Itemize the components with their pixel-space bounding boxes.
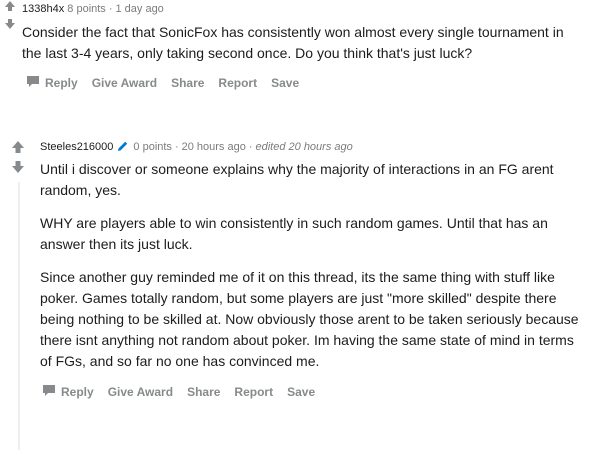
comment-points: 8 points xyxy=(67,3,106,15)
upvote-arrow-icon[interactable] xyxy=(0,0,20,12)
downvote-arrow-icon[interactable] xyxy=(0,18,20,32)
comment-actions: Reply Give Award Share Report Save xyxy=(42,380,579,404)
comment-actions: Reply Give Award Share Report Save xyxy=(26,71,579,95)
report-button[interactable]: Report xyxy=(234,385,273,399)
comment-author[interactable]: 1338h4x xyxy=(22,3,64,15)
pencil-icon xyxy=(117,140,129,157)
comment-paragraph: Consider the fact that SonicFox has cons… xyxy=(22,24,564,61)
comment-meta: 1338h4x 8 points · 1 day ago xyxy=(22,3,164,15)
share-button[interactable]: Share xyxy=(187,385,220,399)
comment-paragraph: WHY are players able to win consistently… xyxy=(40,215,548,252)
comment-paragraph: Until i discover or someone explains why… xyxy=(40,161,554,198)
thread-line[interactable] xyxy=(18,182,20,450)
vote-column xyxy=(8,140,28,178)
speech-bubble-icon xyxy=(26,75,40,91)
comment-points: 0 points xyxy=(133,141,172,153)
upvote-arrow-icon[interactable] xyxy=(8,140,28,158)
reply-button[interactable]: Reply xyxy=(26,75,78,91)
give-award-button[interactable]: Give Award xyxy=(108,385,173,399)
comment-age: 1 day ago xyxy=(115,3,164,15)
reply-button[interactable]: Reply xyxy=(42,384,94,400)
comment-edited: edited 20 hours ago xyxy=(255,141,353,153)
vote-column xyxy=(0,0,15,32)
reply-label: Reply xyxy=(45,76,78,90)
downvote-arrow-icon[interactable] xyxy=(8,160,28,178)
comment-author[interactable]: Steeles216000 xyxy=(40,141,113,153)
save-button[interactable]: Save xyxy=(271,76,299,90)
comment-paragraph: Since another guy reminded me of it on t… xyxy=(40,269,579,369)
report-button[interactable]: Report xyxy=(218,76,257,90)
speech-bubble-icon xyxy=(42,384,56,400)
share-button[interactable]: Share xyxy=(171,76,204,90)
reply-label: Reply xyxy=(61,385,94,399)
comment-age: 20 hours ago xyxy=(181,141,246,153)
comment-text: Until i discover or someone explains why… xyxy=(40,159,579,372)
comment-meta: Steeles216000 0 points · 20 hours ago · edite… xyxy=(40,139,579,155)
give-award-button[interactable]: Give Award xyxy=(92,76,157,90)
save-button[interactable]: Save xyxy=(287,385,315,399)
comment-text: Consider the fact that SonicFox has cons… xyxy=(22,22,579,64)
